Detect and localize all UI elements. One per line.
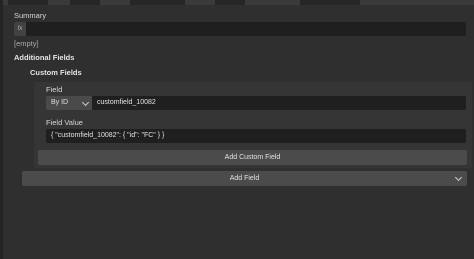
left-rail	[0, 0, 3, 259]
add-custom-field-button[interactable]: Add Custom Field	[38, 150, 467, 165]
field-label: Field	[46, 85, 63, 94]
summary-empty-hint: [empty]	[14, 39, 39, 48]
custom-fields-heading: Custom Fields	[30, 68, 82, 77]
field-value-input[interactable]: { "customfield_10082": { "id": "FC" } }	[46, 129, 466, 143]
top-strip-segment	[8, 0, 48, 5]
chevron-down-icon	[454, 173, 463, 182]
summary-input[interactable]: fx	[14, 22, 466, 36]
field-mode-value: By ID	[51, 99, 69, 106]
field-value-label: Field Value	[46, 118, 83, 127]
summary-label: Summary	[14, 11, 47, 20]
add-field-button[interactable]: Add Field	[22, 171, 467, 186]
top-strip	[0, 0, 474, 5]
additional-fields-heading: Additional Fields	[14, 53, 75, 62]
chevron-down-icon	[81, 98, 90, 107]
fx-icon: fx	[14, 22, 26, 36]
field-mode-select[interactable]: By ID	[46, 96, 92, 110]
top-strip-segment	[70, 0, 100, 5]
top-strip-segment	[130, 0, 185, 5]
field-id-input[interactable]: customfield_10082	[92, 96, 466, 110]
add-field-label: Add Field	[229, 175, 260, 182]
top-strip-segment	[215, 0, 245, 5]
top-strip-segment	[300, 0, 360, 5]
